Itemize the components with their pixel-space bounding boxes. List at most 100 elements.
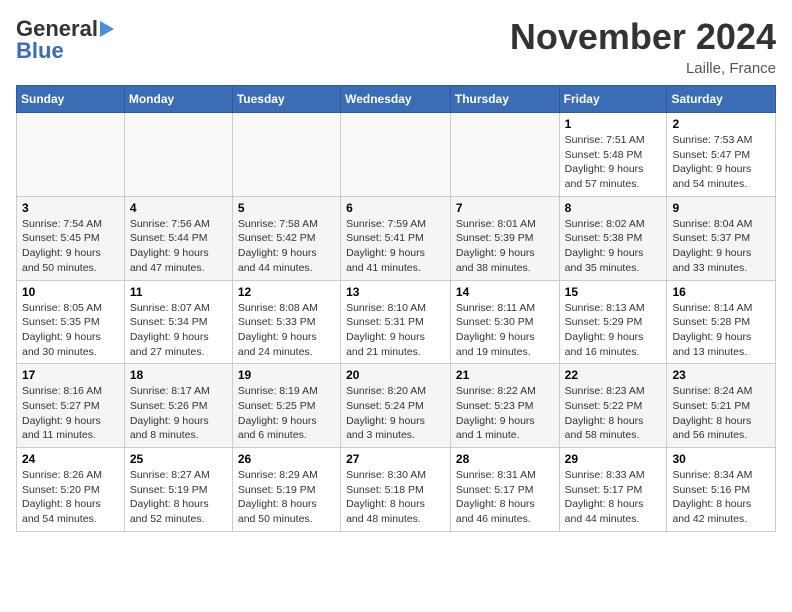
day-info: Sunrise: 8:01 AM Sunset: 5:39 PM Dayligh…	[456, 217, 554, 276]
day-number: 27	[346, 452, 445, 466]
day-number: 19	[238, 368, 335, 382]
day-number: 11	[130, 285, 227, 299]
day-number: 20	[346, 368, 445, 382]
day-info: Sunrise: 8:07 AM Sunset: 5:34 PM Dayligh…	[130, 301, 227, 360]
calendar-cell	[124, 113, 232, 197]
day-number: 24	[22, 452, 119, 466]
col-header-saturday: Saturday	[667, 86, 776, 113]
day-info: Sunrise: 8:27 AM Sunset: 5:19 PM Dayligh…	[130, 468, 227, 527]
day-number: 12	[238, 285, 335, 299]
day-info: Sunrise: 8:26 AM Sunset: 5:20 PM Dayligh…	[22, 468, 119, 527]
day-info: Sunrise: 7:58 AM Sunset: 5:42 PM Dayligh…	[238, 217, 335, 276]
day-number: 23	[672, 368, 770, 382]
day-info: Sunrise: 8:30 AM Sunset: 5:18 PM Dayligh…	[346, 468, 445, 527]
day-info: Sunrise: 8:10 AM Sunset: 5:31 PM Dayligh…	[346, 301, 445, 360]
day-number: 3	[22, 201, 119, 215]
calendar-cell: 22 Sunrise: 8:23 AM Sunset: 5:22 PM Dayli…	[559, 364, 667, 448]
day-number: 29	[565, 452, 662, 466]
day-number: 21	[456, 368, 554, 382]
calendar-table: SundayMondayTuesdayWednesdayThursdayFrid…	[16, 85, 776, 532]
day-info: Sunrise: 8:17 AM Sunset: 5:26 PM Dayligh…	[130, 384, 227, 443]
day-info: Sunrise: 7:56 AM Sunset: 5:44 PM Dayligh…	[130, 217, 227, 276]
calendar-cell: 5 Sunrise: 7:58 AM Sunset: 5:42 PM Daylig…	[232, 196, 340, 280]
month-title: November 2024	[510, 16, 776, 58]
calendar-cell: 14 Sunrise: 8:11 AM Sunset: 5:30 PM Dayli…	[450, 280, 559, 364]
col-header-sunday: Sunday	[17, 86, 125, 113]
calendar-cell: 3 Sunrise: 7:54 AM Sunset: 5:45 PM Daylig…	[17, 196, 125, 280]
day-number: 6	[346, 201, 445, 215]
calendar-cell: 10 Sunrise: 8:05 AM Sunset: 5:35 PM Dayli…	[17, 280, 125, 364]
day-info: Sunrise: 8:05 AM Sunset: 5:35 PM Dayligh…	[22, 301, 119, 360]
col-header-tuesday: Tuesday	[232, 86, 340, 113]
col-header-friday: Friday	[559, 86, 667, 113]
calendar-cell: 25 Sunrise: 8:27 AM Sunset: 5:19 PM Dayli…	[124, 448, 232, 532]
col-header-monday: Monday	[124, 86, 232, 113]
calendar-cell: 21 Sunrise: 8:22 AM Sunset: 5:23 PM Dayli…	[450, 364, 559, 448]
calendar-cell: 30 Sunrise: 8:34 AM Sunset: 5:16 PM Dayli…	[667, 448, 776, 532]
day-info: Sunrise: 7:51 AM Sunset: 5:48 PM Dayligh…	[565, 133, 662, 192]
calendar-cell: 11 Sunrise: 8:07 AM Sunset: 5:34 PM Dayli…	[124, 280, 232, 364]
day-number: 9	[672, 201, 770, 215]
day-number: 13	[346, 285, 445, 299]
calendar-cell: 19 Sunrise: 8:19 AM Sunset: 5:25 PM Dayli…	[232, 364, 340, 448]
calendar-cell: 15 Sunrise: 8:13 AM Sunset: 5:29 PM Dayli…	[559, 280, 667, 364]
calendar-cell	[17, 113, 125, 197]
logo-arrow-icon	[100, 21, 114, 37]
header: General Blue November 2024 Laille, Franc…	[16, 16, 776, 77]
day-info: Sunrise: 8:20 AM Sunset: 5:24 PM Dayligh…	[346, 384, 445, 443]
day-number: 17	[22, 368, 119, 382]
calendar-cell: 4 Sunrise: 7:56 AM Sunset: 5:44 PM Daylig…	[124, 196, 232, 280]
day-number: 26	[238, 452, 335, 466]
day-info: Sunrise: 8:22 AM Sunset: 5:23 PM Dayligh…	[456, 384, 554, 443]
calendar-cell: 20 Sunrise: 8:20 AM Sunset: 5:24 PM Dayli…	[341, 364, 451, 448]
location: Laille, France	[510, 60, 776, 77]
day-number: 18	[130, 368, 227, 382]
day-number: 14	[456, 285, 554, 299]
day-number: 15	[565, 285, 662, 299]
calendar-cell: 16 Sunrise: 8:14 AM Sunset: 5:28 PM Dayli…	[667, 280, 776, 364]
logo: General Blue	[16, 16, 114, 64]
calendar-cell: 17Sunrise: 8:16 AM Sunset: 5:27 PM Dayli…	[17, 364, 125, 448]
calendar-cell: 9Sunrise: 8:04 AM Sunset: 5:37 PM Daylig…	[667, 196, 776, 280]
day-number: 8	[565, 201, 662, 215]
day-number: 5	[238, 201, 335, 215]
calendar-cell	[341, 113, 451, 197]
day-info: Sunrise: 8:14 AM Sunset: 5:28 PM Dayligh…	[672, 301, 770, 360]
day-number: 22	[565, 368, 662, 382]
day-info: Sunrise: 8:19 AM Sunset: 5:25 PM Dayligh…	[238, 384, 335, 443]
day-number: 25	[130, 452, 227, 466]
day-info: Sunrise: 8:29 AM Sunset: 5:19 PM Dayligh…	[238, 468, 335, 527]
logo-blue: Blue	[16, 38, 64, 64]
day-number: 1	[565, 117, 662, 131]
day-number: 4	[130, 201, 227, 215]
col-header-wednesday: Wednesday	[341, 86, 451, 113]
day-info: Sunrise: 8:02 AM Sunset: 5:38 PM Dayligh…	[565, 217, 662, 276]
day-number: 16	[672, 285, 770, 299]
calendar-cell: 12 Sunrise: 8:08 AM Sunset: 5:33 PM Dayli…	[232, 280, 340, 364]
day-info: Sunrise: 8:33 AM Sunset: 5:17 PM Dayligh…	[565, 468, 662, 527]
calendar-cell: 27 Sunrise: 8:30 AM Sunset: 5:18 PM Dayli…	[341, 448, 451, 532]
day-info: Sunrise: 8:08 AM Sunset: 5:33 PM Dayligh…	[238, 301, 335, 360]
calendar-cell: 28 Sunrise: 8:31 AM Sunset: 5:17 PM Dayli…	[450, 448, 559, 532]
calendar-cell: 8 Sunrise: 8:02 AM Sunset: 5:38 PM Daylig…	[559, 196, 667, 280]
calendar-cell: 1 Sunrise: 7:51 AM Sunset: 5:48 PM Daylig…	[559, 113, 667, 197]
day-info: Sunrise: 8:11 AM Sunset: 5:30 PM Dayligh…	[456, 301, 554, 360]
calendar-cell	[450, 113, 559, 197]
calendar-cell: 26 Sunrise: 8:29 AM Sunset: 5:19 PM Dayli…	[232, 448, 340, 532]
calendar-cell: 29 Sunrise: 8:33 AM Sunset: 5:17 PM Dayli…	[559, 448, 667, 532]
title-area: November 2024 Laille, France	[510, 16, 776, 77]
day-info: Sunrise: 8:13 AM Sunset: 5:29 PM Dayligh…	[565, 301, 662, 360]
day-info: Sunrise: 8:23 AM Sunset: 5:22 PM Dayligh…	[565, 384, 662, 443]
day-info: Sunrise: 8:31 AM Sunset: 5:17 PM Dayligh…	[456, 468, 554, 527]
day-info: Sunrise: 7:54 AM Sunset: 5:45 PM Dayligh…	[22, 217, 119, 276]
calendar-cell: 13 Sunrise: 8:10 AM Sunset: 5:31 PM Dayli…	[341, 280, 451, 364]
calendar-cell: 6 Sunrise: 7:59 AM Sunset: 5:41 PM Daylig…	[341, 196, 451, 280]
day-number: 10	[22, 285, 119, 299]
day-info: Sunrise: 8:24 AM Sunset: 5:21 PM Dayligh…	[672, 384, 770, 443]
day-number: 30	[672, 452, 770, 466]
calendar-cell: 7Sunrise: 8:01 AM Sunset: 5:39 PM Daylig…	[450, 196, 559, 280]
day-info: Sunrise: 8:34 AM Sunset: 5:16 PM Dayligh…	[672, 468, 770, 527]
day-number: 28	[456, 452, 554, 466]
calendar-cell: 23 Sunrise: 8:24 AM Sunset: 5:21 PM Dayli…	[667, 364, 776, 448]
day-info: Sunrise: 7:59 AM Sunset: 5:41 PM Dayligh…	[346, 217, 445, 276]
